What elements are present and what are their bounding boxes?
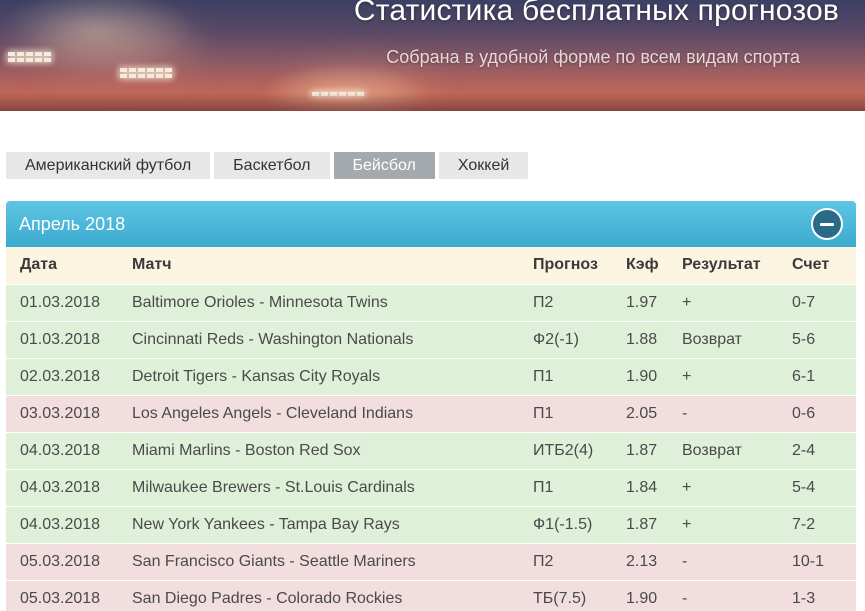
cell-match: Baltimore Orioles - Minnesota Twins bbox=[132, 293, 388, 311]
column-header-match: Матч bbox=[132, 256, 172, 274]
cell-match: San Francisco Giants - Seattle Mariners bbox=[132, 552, 416, 570]
column-header-date: Дата bbox=[20, 256, 58, 274]
cell-score: 1-3 bbox=[792, 589, 816, 607]
cell-result: + bbox=[682, 478, 692, 496]
cell-date: 02.03.2018 bbox=[20, 367, 101, 385]
table-row: 04.03.2018 Miami Marlins - Boston Red Sox… bbox=[6, 432, 856, 469]
hero-ground bbox=[0, 93, 865, 111]
cell-result: Возврат bbox=[682, 441, 742, 459]
cell-score: 5-6 bbox=[792, 330, 816, 348]
column-header-prediction: Прогноз bbox=[533, 256, 598, 274]
column-header-score: Счет bbox=[792, 256, 830, 274]
panel-header[interactable]: Апрель 2018 bbox=[6, 201, 856, 247]
table-row: 04.03.2018 Milwaukee Brewers - St.Louis C… bbox=[6, 469, 856, 506]
cell-match: Cincinnati Reds - Washington Nationals bbox=[132, 330, 414, 348]
predictions-table: Дата Матч Прогноз Кэф Результат Счет 01.… bbox=[6, 247, 856, 611]
cell-prediction: П1 bbox=[533, 367, 554, 385]
cell-match: Milwaukee Brewers - St.Louis Cardinals bbox=[132, 478, 415, 496]
minus-circle-icon[interactable] bbox=[811, 208, 843, 240]
cell-date: 04.03.2018 bbox=[20, 441, 101, 459]
stadium-lights-left bbox=[8, 52, 51, 62]
column-header-result: Результат bbox=[682, 256, 761, 274]
month-panel: Апрель 2018 Дата Матч Прогноз Кэф Резуль… bbox=[6, 201, 856, 611]
tab-baseball[interactable]: Бейсбол bbox=[333, 152, 435, 179]
table-row: 02.03.2018 Detroit Tigers - Kansas City R… bbox=[6, 358, 856, 395]
cell-result: - bbox=[682, 404, 688, 422]
cell-coef: 1.84 bbox=[626, 478, 658, 496]
cell-result: + bbox=[682, 515, 692, 533]
cell-result: + bbox=[682, 367, 692, 385]
tab-american-football[interactable]: Американский футбол bbox=[6, 152, 211, 179]
cell-coef: 1.87 bbox=[626, 441, 658, 459]
cell-date: 01.03.2018 bbox=[20, 330, 101, 348]
cell-prediction: П2 bbox=[533, 293, 554, 311]
cell-prediction: Ф1(-1.5) bbox=[533, 515, 593, 533]
tab-hockey[interactable]: Хоккей bbox=[438, 152, 529, 179]
cell-prediction: ИТБ2(4) bbox=[533, 441, 594, 459]
table-row: 01.03.2018 Cincinnati Reds - Washington N… bbox=[6, 321, 856, 358]
table-row: 05.03.2018 San Francisco Giants - Seattle… bbox=[6, 543, 856, 580]
cell-match: New York Yankees - Tampa Bay Rays bbox=[132, 515, 400, 533]
table-header-row: Дата Матч Прогноз Кэф Результат Счет bbox=[6, 247, 856, 284]
table-row: 05.03.2018 San Diego Padres - Colorado Ro… bbox=[6, 580, 856, 611]
cell-coef: 1.97 bbox=[626, 293, 658, 311]
cell-match: Detroit Tigers - Kansas City Royals bbox=[132, 367, 381, 385]
cell-prediction: П1 bbox=[533, 478, 554, 496]
cell-score: 6-1 bbox=[792, 367, 816, 385]
sport-tabs: Американский футбол Баскетбол Бейсбол Хо… bbox=[6, 152, 529, 179]
cell-coef: 1.88 bbox=[626, 330, 658, 348]
cell-score: 2-4 bbox=[792, 441, 816, 459]
cell-score: 0-6 bbox=[792, 404, 816, 422]
cell-prediction: ТБ(7.5) bbox=[533, 589, 587, 607]
cell-result: + bbox=[682, 293, 692, 311]
cell-coef: 1.87 bbox=[626, 515, 658, 533]
table-row: 04.03.2018 New York Yankees - Tampa Bay R… bbox=[6, 506, 856, 543]
table-row: 01.03.2018 Baltimore Orioles - Minnesota … bbox=[6, 284, 856, 321]
cell-coef: 1.90 bbox=[626, 367, 658, 385]
panel-title: Апрель 2018 bbox=[19, 213, 126, 234]
cell-date: 01.03.2018 bbox=[20, 293, 101, 311]
cell-date: 04.03.2018 bbox=[20, 478, 101, 496]
cell-coef: 2.05 bbox=[626, 404, 658, 422]
column-header-coef: Кэф bbox=[626, 256, 659, 274]
cell-coef: 1.90 bbox=[626, 589, 658, 607]
stadium-lights-center bbox=[120, 68, 172, 78]
cell-score: 7-2 bbox=[792, 515, 816, 533]
cell-match: San Diego Padres - Colorado Rockies bbox=[132, 589, 403, 607]
cell-score: 10-1 bbox=[792, 552, 825, 570]
page-title: Статистика бесплатных прогнозов bbox=[353, 0, 839, 27]
cell-score: 5-4 bbox=[792, 478, 816, 496]
hero-banner: Статистика бесплатных прогнозов Собрана … bbox=[0, 0, 865, 111]
cell-prediction: П2 bbox=[533, 552, 554, 570]
cell-match: Los Angeles Angels - Cleveland Indians bbox=[132, 404, 414, 422]
cell-prediction: Ф2(-1) bbox=[533, 330, 579, 348]
cell-result: Возврат bbox=[682, 330, 742, 348]
page-subtitle: Собрана в удобной форме по всем видам сп… bbox=[386, 47, 800, 67]
tab-basketball[interactable]: Баскетбол bbox=[214, 152, 330, 179]
cell-result: - bbox=[682, 552, 688, 570]
cell-date: 03.03.2018 bbox=[20, 404, 101, 422]
cell-match: Miami Marlins - Boston Red Sox bbox=[132, 441, 361, 459]
cell-date: 04.03.2018 bbox=[20, 515, 101, 533]
cell-coef: 2.13 bbox=[626, 552, 658, 570]
table-row: 03.03.2018 Los Angeles Angels - Cleveland… bbox=[6, 395, 856, 432]
cell-score: 0-7 bbox=[792, 293, 816, 311]
cell-result: - bbox=[682, 589, 688, 607]
cell-prediction: П1 bbox=[533, 404, 554, 422]
cell-date: 05.03.2018 bbox=[20, 589, 101, 607]
cell-date: 05.03.2018 bbox=[20, 552, 101, 570]
